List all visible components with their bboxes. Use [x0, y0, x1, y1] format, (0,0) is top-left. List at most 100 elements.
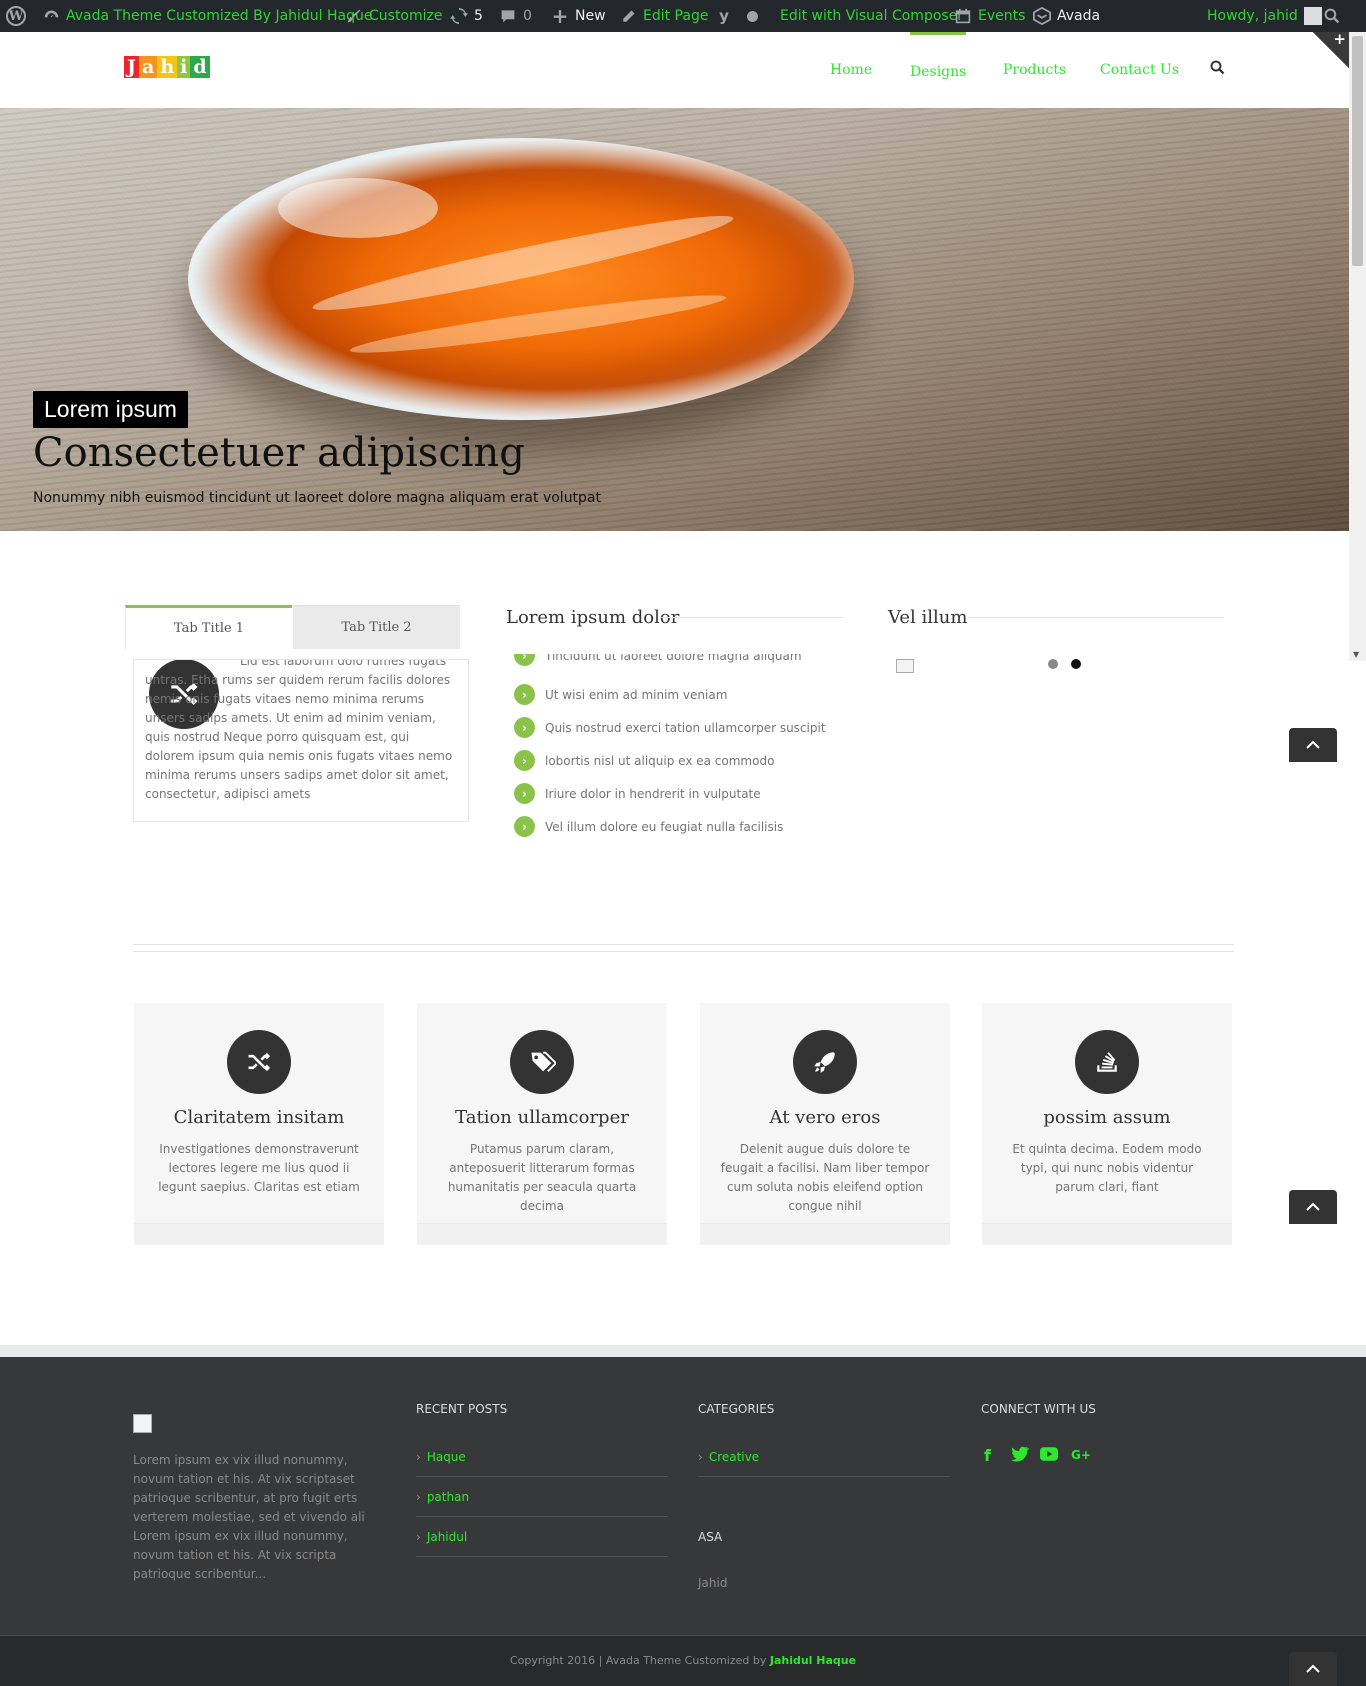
divider [698, 1476, 950, 1477]
footer-about-text: Lorem ipsum ex vix illud nonummy, novum … [133, 1453, 365, 1581]
list-item-label: Iriure dolor in hendrerit in vulputate [545, 786, 761, 801]
refresh-icon [450, 7, 468, 25]
chevron-right-icon: › [514, 783, 535, 804]
new-content-link[interactable]: + New [551, 0, 606, 32]
avada-link[interactable]: Avada [1033, 0, 1100, 32]
list-item-label: Vel illum dolore eu feugiat nulla facili… [545, 819, 784, 834]
recent-post-label: Jahidul [426, 1530, 468, 1544]
youtube-icon[interactable] [1040, 1446, 1058, 1465]
hero-title: Consectetuer adipiscing [33, 430, 525, 476]
nav-designs[interactable]: Designs [910, 32, 967, 108]
events-link[interactable]: Events [954, 0, 1025, 32]
pencil-icon [619, 7, 637, 25]
hero-marble-image [188, 138, 854, 420]
wordpress-logo-icon[interactable]: W [6, 0, 26, 32]
updates-link[interactable]: 5 [450, 0, 483, 32]
asa-heading: ASA [698, 1530, 723, 1544]
tab-title-2[interactable]: Tab Title 2 [293, 605, 460, 649]
chevron-right-icon: › [514, 816, 535, 837]
new-label: New [575, 8, 606, 24]
scroll-to-top-button[interactable] [1289, 1190, 1337, 1224]
scroll-to-top-button[interactable] [1289, 1652, 1337, 1686]
site-logo[interactable]: Jahid [124, 56, 210, 78]
tab-pane-clip: Lid est laborum dolo rumes fugats untras… [134, 660, 468, 821]
comments-count: 0 [523, 8, 532, 24]
list-item-label: lobortis nisl ut aliquip ex ea commodo [545, 753, 775, 768]
chevron-right-icon: › [514, 750, 535, 771]
tab-content-text: Lid est laborum dolo rumes fugats untras… [145, 660, 453, 801]
chevron-right-icon: › [514, 717, 535, 738]
comments-link[interactable]: 0 [499, 0, 532, 32]
chevron-right-icon: › [416, 1530, 421, 1544]
divider [416, 1516, 668, 1517]
nav-home[interactable]: Home [830, 32, 872, 108]
list-item: › Vel illum dolore eu feugiat nulla faci… [514, 816, 783, 837]
admin-search-icon[interactable] [1324, 0, 1340, 32]
feature-title: Tation ullamcorper [455, 1107, 629, 1128]
categories-heading: CATEGORIES [698, 1402, 775, 1416]
search-icon[interactable] [1210, 60, 1226, 76]
feature-title: possim assum [1043, 1107, 1171, 1128]
hero-subtitle: Nonummy nibh euismod tincidunt ut laoree… [33, 490, 602, 506]
feature-text: Putamus parum claram, anteposuerit litte… [447, 1142, 637, 1213]
site-name-link[interactable]: Avada Theme Customized By Jahidul Haque [42, 0, 373, 32]
dashboard-icon [42, 7, 60, 25]
copyright-author-link[interactable]: Jahidul Haque [770, 1654, 856, 1667]
footer-top-strip [0, 1345, 1366, 1357]
scroll-down-arrow-icon[interactable]: ▼ [1353, 650, 1359, 659]
logo-letter: h [157, 56, 178, 78]
logo-letter: d [190, 56, 210, 78]
feature-box: Claritatem insitam Investigationes demon… [134, 1003, 384, 1245]
copyright-text: Copyright 2016 | Avada Theme Customized … [0, 1654, 1366, 1667]
visual-composer-link[interactable]: Edit with Visual Composer [780, 0, 963, 32]
shuffle-icon [227, 1030, 291, 1094]
avada-icon [1033, 7, 1051, 25]
scrollbar-thumb[interactable] [1352, 36, 1363, 266]
feature-box: Tation ullamcorper Putamus parum claram,… [417, 1003, 667, 1245]
list-item-label: Quis nostrud exerci tation ullamcorper s… [545, 720, 826, 735]
chevron-right-icon: › [514, 654, 535, 666]
twitter-icon[interactable] [1011, 1446, 1029, 1466]
edit-page-link[interactable]: Edit Page [619, 0, 708, 32]
brush-icon [345, 7, 363, 25]
chevron-right-icon: › [514, 684, 535, 705]
connect-heading: CONNECT WITH US [981, 1402, 1096, 1416]
howdy-label: Howdy, jahid [1207, 8, 1298, 24]
copyright-prefix: Copyright 2016 | Avada Theme Customized … [509, 1654, 770, 1667]
feature-text: Delenit augue duis dolore te feugait a f… [720, 1142, 930, 1213]
chevron-up-icon [1306, 740, 1320, 749]
nav-contact-us[interactable]: Contact Us [1100, 32, 1179, 108]
customize-link[interactable]: Customize [345, 0, 443, 32]
nav-products[interactable]: Products [1003, 32, 1066, 108]
avatar [1303, 7, 1322, 25]
chevron-right-icon: › [416, 1490, 421, 1504]
slider-dot-1[interactable] [1048, 659, 1058, 669]
list-item: › Tincidunt ut laoreet dolore magna aliq… [514, 654, 802, 666]
slider-dot-2[interactable] [1071, 659, 1081, 669]
recent-post-label: Haque [426, 1450, 466, 1464]
feature-text: Et quinta decima. Eodem modo typi, qui n… [1012, 1142, 1202, 1194]
recent-post-link[interactable]: › Haque [416, 1450, 466, 1464]
recent-post-link[interactable]: › pathan [416, 1490, 469, 1504]
scroll-to-top-button[interactable] [1289, 728, 1337, 762]
google-plus-icon[interactable]: G+ [1071, 1448, 1091, 1462]
calendar-icon [954, 7, 972, 25]
facebook-icon[interactable]: f [984, 1446, 991, 1465]
stack-icon [1075, 1030, 1139, 1094]
category-link[interactable]: › Creative [698, 1450, 759, 1464]
customize-label: Customize [369, 8, 443, 24]
site-name-label: Avada Theme Customized By Jahidul Haque [66, 8, 373, 24]
checklist-clip: › Tincidunt ut laoreet dolore magna aliq… [500, 654, 860, 668]
footer-logo-broken-image [133, 1414, 152, 1433]
chevron-up-icon [1306, 1664, 1320, 1673]
seo-status-icon [747, 10, 758, 22]
my-account-link[interactable]: Howdy, jahid [1207, 0, 1322, 32]
yoast-seo-link[interactable]: y [715, 0, 758, 32]
sliding-bar-toggle[interactable]: + [1313, 30, 1349, 68]
edit-page-label: Edit Page [643, 8, 709, 24]
list-item: › lobortis nisl ut aliquip ex ea commodo [514, 750, 774, 771]
chevron-right-icon: › [698, 1450, 703, 1464]
tab-title-1[interactable]: Tab Title 1 [125, 605, 292, 649]
scrollbar[interactable]: ▼ [1349, 32, 1366, 661]
recent-post-link[interactable]: › Jahidul [416, 1530, 467, 1544]
